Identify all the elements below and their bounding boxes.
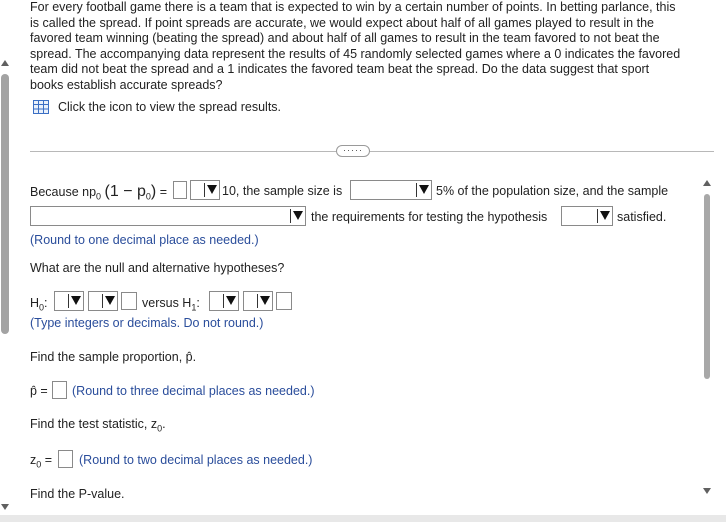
question-text: For every football game there is a team …	[30, 0, 714, 94]
h0-label: H0:	[30, 296, 48, 313]
proportion-question: Find the sample proportion, p̂.	[30, 350, 197, 364]
comparison-dropdown[interactable]	[190, 180, 220, 200]
condition-label: Because np0 (1 − p0) =	[30, 183, 168, 202]
chevron-down-icon	[293, 211, 303, 220]
chevron-down-icon	[260, 296, 270, 305]
section-divider	[30, 151, 714, 152]
chevron-down-icon	[226, 296, 236, 305]
left-scroll-thumb[interactable]	[1, 74, 9, 334]
scroll-down-icon[interactable]	[703, 488, 711, 494]
h0-parameter-dropdown[interactable]	[54, 291, 84, 311]
h1-operator-dropdown[interactable]	[243, 291, 273, 311]
right-scrollbar[interactable]	[700, 176, 714, 522]
chevron-down-icon	[207, 185, 217, 194]
h1-label: versus H1:	[142, 296, 200, 313]
question-line: spread. The accompanying data represent …	[30, 46, 681, 61]
np-value-input[interactable]	[173, 181, 187, 199]
sample-dropdown[interactable]	[30, 206, 306, 226]
right-scroll-thumb[interactable]	[704, 194, 710, 379]
expand-button[interactable]: ·····	[336, 145, 370, 157]
hypotheses-question: What are the null and alternative hypoth…	[30, 261, 285, 275]
chevron-down-icon	[419, 185, 429, 194]
scroll-down-icon[interactable]	[1, 504, 9, 510]
chevron-down-icon	[600, 211, 610, 220]
left-scrollbar[interactable]	[0, 56, 12, 522]
view-data-link[interactable]: Click the icon to view the spread result…	[58, 100, 281, 115]
pct-text: 5% of the population size, and the sampl…	[436, 184, 669, 198]
h1-value-input[interactable]	[276, 292, 292, 310]
bottom-edge	[0, 515, 726, 522]
round-hint: (Round to one decimal place as needed.)	[30, 233, 259, 247]
question-line: is called the spread. If point spreads a…	[30, 15, 654, 30]
h0-value-input[interactable]	[121, 292, 137, 310]
data-table-icon[interactable]	[33, 100, 49, 114]
question-line: For every football game there is a team …	[30, 0, 676, 14]
chevron-down-icon	[71, 296, 81, 305]
h0-operator-dropdown[interactable]	[88, 291, 118, 311]
p-hat-input[interactable]	[52, 381, 67, 399]
ten-text: 10, the sample size is	[222, 184, 343, 198]
scroll-up-icon[interactable]	[1, 60, 9, 66]
z0-input[interactable]	[58, 450, 73, 468]
question-line: favored team winning (beating the spread…	[30, 31, 660, 46]
z0-label: z0 =	[30, 453, 53, 470]
satisfied-dropdown[interactable]	[561, 206, 613, 226]
satisfied-text: satisfied.	[617, 210, 667, 224]
hypotheses-hint: (Type integers or decimals. Do not round…	[30, 316, 264, 330]
pvalue-question: Find the P-value.	[30, 487, 125, 501]
sample-size-dropdown[interactable]	[350, 180, 432, 200]
statistic-question: Find the test statistic, z0.	[30, 417, 166, 434]
requirements-text: the requirements for testing the hypothe…	[311, 210, 548, 224]
h1-parameter-dropdown[interactable]	[209, 291, 239, 311]
question-line: team did not beat the spread and a 1 ind…	[30, 62, 650, 77]
p-hat-label: p̂ =	[30, 384, 48, 398]
question-line: books establish accurate spreads?	[30, 77, 223, 92]
chevron-down-icon	[105, 296, 115, 305]
scroll-up-icon[interactable]	[703, 180, 711, 186]
proportion-hint: (Round to three decimal places as needed…	[72, 384, 315, 398]
statistic-hint: (Round to two decimal places as needed.)	[79, 453, 313, 467]
